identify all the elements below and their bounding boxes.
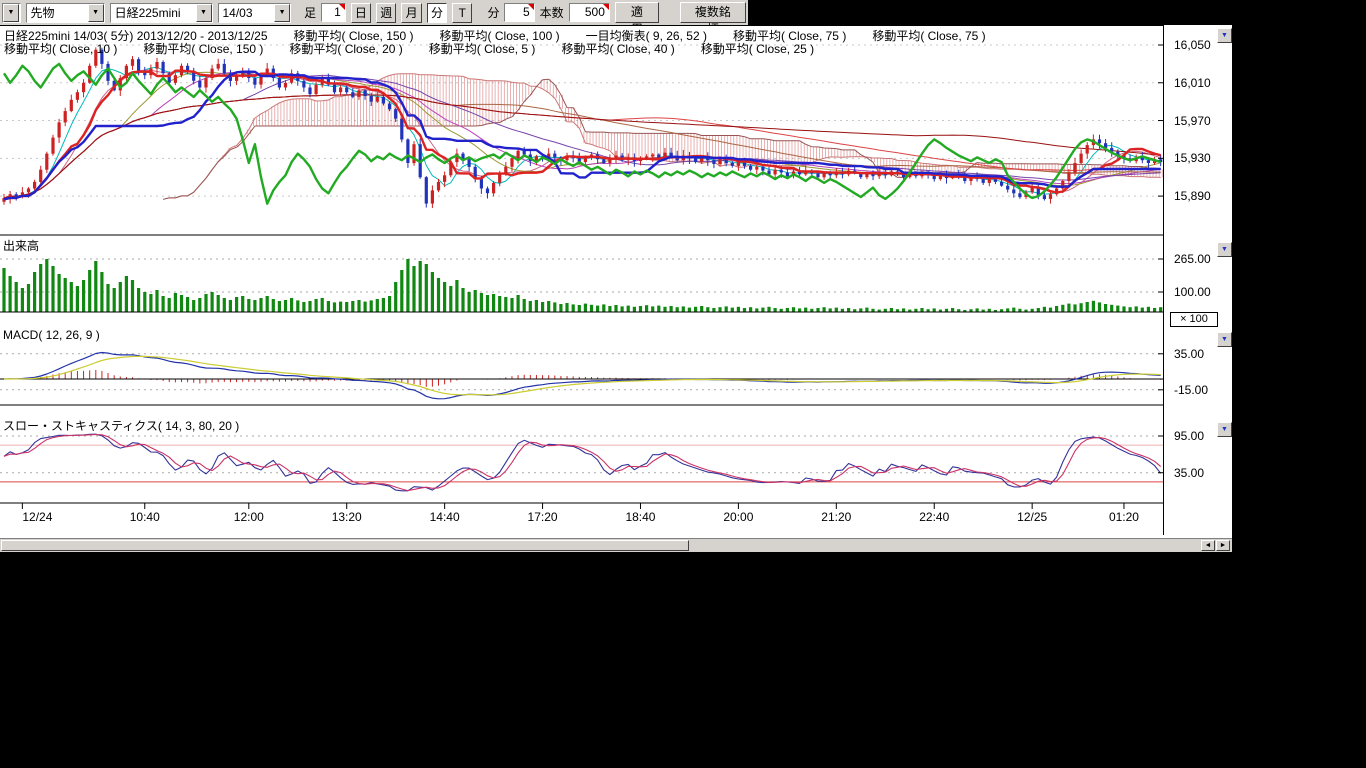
y-axis-label: 100.00 [1174,285,1211,299]
instrument-type-select[interactable]: 先物 ▼ [26,3,105,23]
chevron-down-icon: ▼ [88,4,104,22]
macd-panel-label: MACD( 12, 26, 9 ) [3,328,100,342]
scrollbar-thumb[interactable] [1,540,689,551]
y-axis-label: 95.00 [1174,429,1204,443]
chevron-down-icon: ▼ [1221,336,1228,343]
legend-ma25: 移動平均( Close, 25 ) [701,40,814,57]
symbol-value: 日経225mini [111,4,196,21]
chevron-down-icon: ▼ [274,4,290,22]
legend-ma40: 移動平均( Close, 40 ) [561,40,674,57]
x-axis-label: 01:20 [1109,510,1139,524]
y-axis-label: 15,890 [1174,189,1211,203]
x-axis-label: 13:20 [332,510,362,524]
instrument-type-value: 先物 [27,4,88,21]
panel-menu-button-main[interactable]: ▼ [1217,28,1232,43]
chevron-down-icon: ▼ [1221,246,1228,253]
volume-panel-label: 出来高 [3,237,39,254]
period-week-button[interactable]: 週 [376,3,396,23]
multi-symbol-button[interactable]: 複数銘柄 [680,2,746,23]
x-axis-label: 22:40 [919,510,949,524]
contract-month-select[interactable]: 14/03 ▼ [218,3,292,23]
bars-count-label: 本数 [540,4,564,21]
period-tick-button[interactable]: T [452,3,472,23]
period-type-label: 足 [304,4,316,21]
y-axis-label: 16,010 [1174,76,1211,90]
symbol-select[interactable]: 日経225mini ▼ [110,3,213,23]
y-axis-label: 265.00 [1174,252,1211,266]
x-axis-label: 21:20 [821,510,851,524]
x-axis-label: 12/24 [22,510,52,524]
minute-interval-input[interactable]: 5 [504,3,534,22]
x-axis-label: 10:40 [130,510,160,524]
x-axis-label: 14:40 [430,510,460,524]
chevron-down-icon: ▼ [1221,426,1228,433]
chart-canvas[interactable]: 12/24 10:40 12:00 13:20 14:40 17:20 18:40 20:00… [0,25,1167,535]
bars-count-input[interactable]: 500 [569,3,610,22]
arrow-right-icon: ► [1220,542,1227,549]
scroll-left-button[interactable]: ◄ [1201,540,1215,551]
period-month-button[interactable]: 月 [401,3,421,23]
period-day-button[interactable]: 日 [351,3,371,23]
legend-ma10: 移動平均( Close, 10 ) [4,40,117,57]
legend-ma20: 移動平均( Close, 20 ) [289,40,402,57]
panel-menu-button-stoch[interactable]: ▼ [1217,422,1232,437]
horizontal-scrollbar[interactable]: ◄ ► [0,538,1232,552]
minute-interval-value: 5 [523,5,530,19]
legend-ma150b: 移動平均( Close, 150 ) [143,40,263,57]
y-axis-label: 35.00 [1174,466,1204,480]
chevron-down-icon: ▼ [196,4,212,22]
chevron-down-icon: ▼ [3,4,19,22]
bars-count-value: 500 [585,5,605,19]
minute-label: 分 [487,4,499,21]
panel-menu-button-volume[interactable]: ▼ [1217,242,1232,257]
period-count-input[interactable]: 1 [321,3,346,22]
y-axis-label: 16,050 [1174,38,1211,52]
period-minute-button[interactable]: 分 [427,3,447,23]
panel-menu-button-macd[interactable]: ▼ [1217,332,1232,347]
y-axis-label: 35.00 [1174,347,1204,361]
window-menu-dropdown[interactable]: ▼ [2,3,21,23]
y-axis-label: 15,970 [1174,114,1211,128]
chevron-down-icon: ▼ [1221,32,1228,39]
y-axis: 16,050 16,010 15,970 15,930 15,890 265.00 100.… [1167,25,1215,538]
trading-app-window: ▼ 先物 ▼ 日経225mini ▼ 14/03 ▼ 足 1 日 週 月 分 T… [0,0,1366,768]
toolbar: ▼ 先物 ▼ 日経225mini ▼ 14/03 ▼ 足 1 日 週 月 分 T… [0,0,748,25]
x-axis-label: 20:00 [723,510,753,524]
arrow-left-icon: ◄ [1205,542,1212,549]
legend-ma5: 移動平均( Close, 5 ) [429,40,536,57]
x-axis-label: 12/25 [1017,510,1047,524]
x-axis-label: 18:40 [625,510,655,524]
y-axis-label: 15,930 [1174,151,1211,165]
x-axis-label: 17:20 [528,510,558,524]
apply-button[interactable]: 適用 [615,2,659,23]
contract-month-value: 14/03 [219,6,275,20]
chart-legend-row2: 移動平均( Close, 10 ) 移動平均( Close, 150 ) 移動平… [4,40,814,57]
y-axis-label: -15.00 [1174,383,1208,397]
stoch-panel-label: スロー・ストキャスティクス( 14, 3, 80, 20 ) [3,417,239,434]
chart-panel: 12/24 10:40 12:00 13:20 14:40 17:20 18:40 20:00… [0,25,1232,538]
scroll-right-button[interactable]: ► [1216,540,1230,551]
x-axis-label: 12:00 [234,510,264,524]
period-count-value: 1 [334,5,341,19]
legend-ma75b: 移動平均( Close, 75 ) [872,27,985,44]
